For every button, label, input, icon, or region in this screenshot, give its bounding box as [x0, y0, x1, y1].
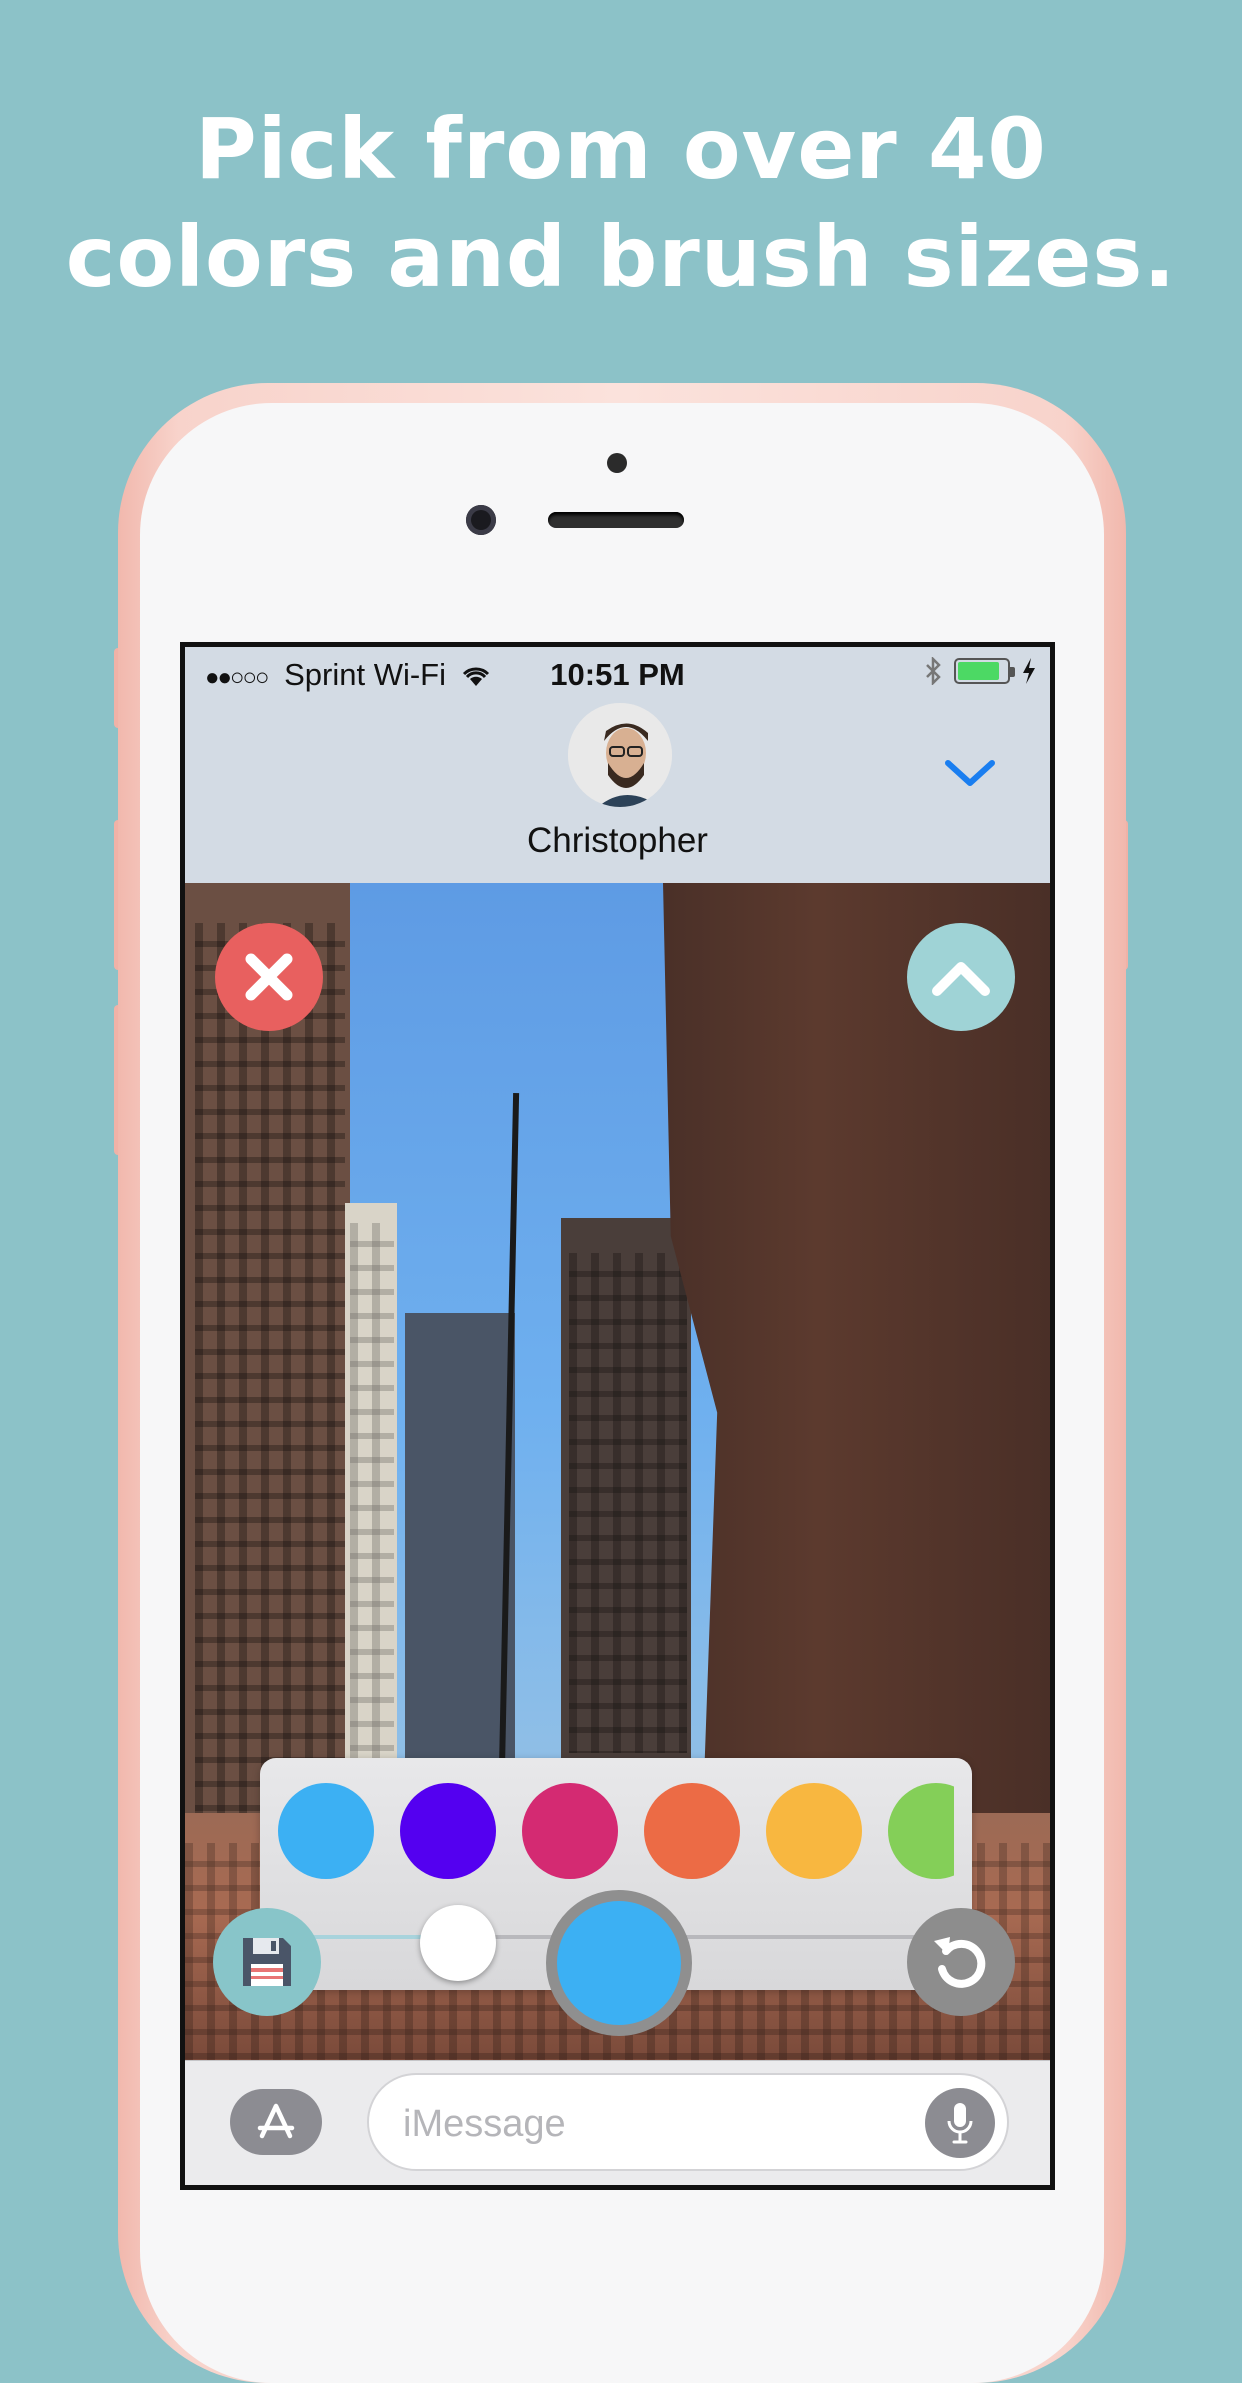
- message-field[interactable]: iMessage: [367, 2073, 1009, 2171]
- app-store-icon: [257, 2103, 295, 2139]
- contact-name[interactable]: Christopher: [185, 821, 1050, 861]
- front-camera: [466, 505, 496, 535]
- proximity-sensor: [607, 453, 627, 473]
- color-swatch[interactable]: [522, 1783, 618, 1879]
- earpiece-speaker: [548, 512, 684, 528]
- conversation-header: Christopher: [185, 693, 1050, 884]
- expand-button[interactable]: [907, 923, 1015, 1031]
- message-input-bar: iMessage: [185, 2060, 1050, 2185]
- headline: Pick from over 40 colors and brush sizes…: [0, 95, 1242, 311]
- message-placeholder: iMessage: [403, 2103, 566, 2145]
- color-swatch[interactable]: [400, 1783, 496, 1879]
- microphone-icon: [947, 2103, 973, 2144]
- drawing-canvas[interactable]: [185, 883, 1050, 2060]
- color-swatch[interactable]: [278, 1783, 374, 1879]
- app-store-button[interactable]: [230, 2089, 322, 2155]
- undo-button[interactable]: [907, 1908, 1015, 2016]
- building-right-mid-windows: [569, 1253, 687, 1753]
- battery-fill: [958, 662, 999, 680]
- avatar-portrait: [568, 703, 672, 807]
- clock: 10:51 PM: [550, 657, 685, 692]
- building-white-tower-windows: [350, 1223, 394, 1823]
- microphone-button[interactable]: [925, 2088, 995, 2158]
- swatch-row[interactable]: [278, 1783, 954, 1883]
- chevron-up-icon: [932, 962, 990, 996]
- current-color-button[interactable]: [546, 1890, 692, 2036]
- phone-screen: ●●○○○ Sprint Wi-Fi 10:51 PM Christopher …: [180, 642, 1055, 2190]
- color-swatch[interactable]: [888, 1783, 954, 1879]
- status-bar: ●●○○○ Sprint Wi-Fi 10:51 PM: [185, 647, 1050, 693]
- close-icon: [245, 953, 293, 1001]
- floppy-disk-icon: [243, 1938, 291, 1986]
- brush-size-slider-thumb[interactable]: [419, 1905, 496, 1981]
- chevron-down-icon[interactable]: [940, 751, 1000, 795]
- headline-line-1: Pick from over 40: [195, 100, 1047, 198]
- save-button[interactable]: [213, 1908, 321, 2016]
- battery-nub: [1010, 667, 1015, 677]
- undo-icon: [934, 1937, 986, 1988]
- color-swatch[interactable]: [766, 1783, 862, 1879]
- headline-line-2: colors and brush sizes.: [65, 208, 1177, 306]
- contact-avatar[interactable]: [568, 703, 672, 807]
- close-button[interactable]: [215, 923, 323, 1031]
- color-swatch[interactable]: [644, 1783, 740, 1879]
- status-indicators: [924, 657, 1036, 685]
- charging-bolt-icon: [1023, 658, 1035, 684]
- bluetooth-icon: [926, 657, 941, 685]
- battery-icon: [954, 658, 1015, 684]
